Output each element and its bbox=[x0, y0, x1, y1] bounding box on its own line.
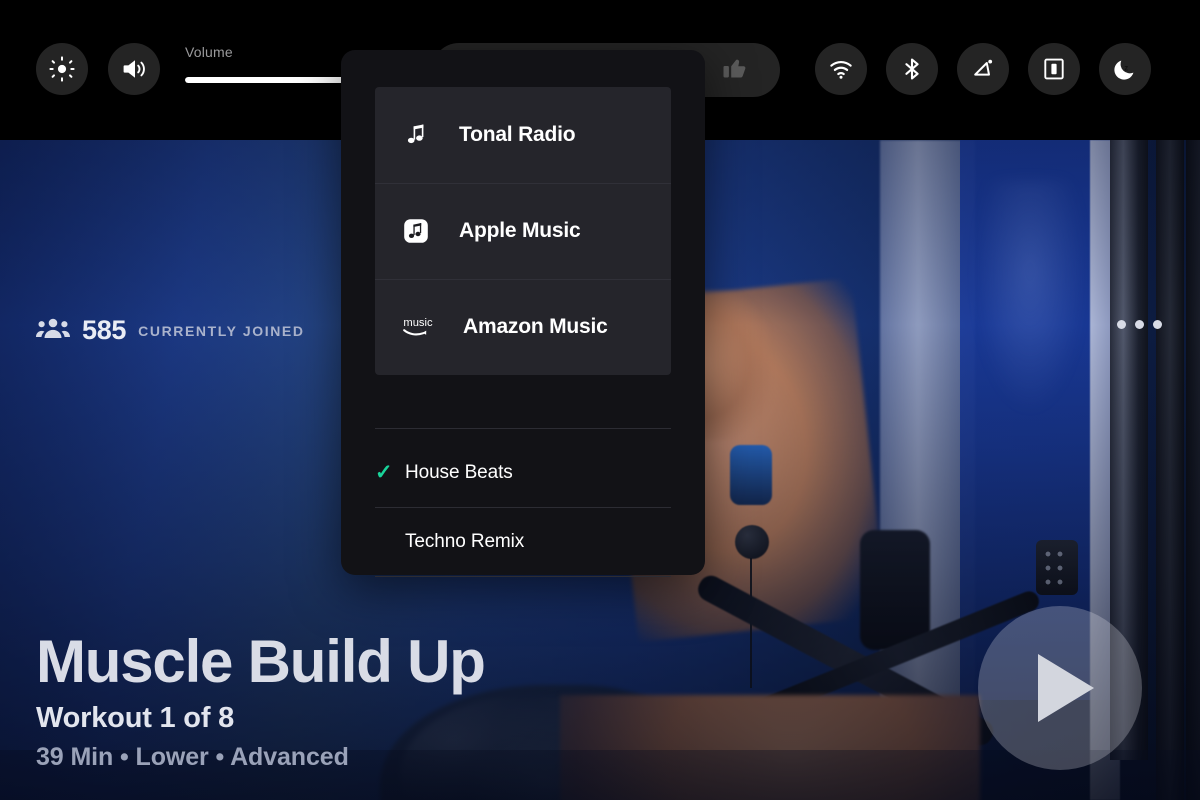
moon-icon: z bbox=[1112, 56, 1138, 82]
playlist-item-house-beats[interactable]: ✓ House Beats bbox=[375, 438, 671, 507]
music-note-icon bbox=[401, 123, 431, 147]
workout-title: Muscle Build Up bbox=[36, 627, 486, 695]
more-dot bbox=[1117, 320, 1126, 329]
speaker-icon bbox=[121, 56, 147, 82]
joined-count: 585 bbox=[82, 315, 127, 345]
check-icon: ✓ bbox=[375, 461, 393, 484]
playlist-label: House Beats bbox=[405, 461, 513, 483]
volume-button[interactable] bbox=[108, 43, 160, 95]
currently-joined-indicator: 585 CURRENTLY JOINED bbox=[36, 315, 305, 346]
tonal-workout-screen: 585 CURRENTLY JOINED Muscle Build Up Wor… bbox=[0, 0, 1200, 800]
notifications-button[interactable] bbox=[957, 43, 1009, 95]
more-horizontal-icon[interactable] bbox=[1113, 312, 1166, 337]
menu-divider bbox=[375, 576, 671, 577]
bluetooth-button[interactable] bbox=[886, 43, 938, 95]
more-dot bbox=[1153, 320, 1162, 329]
people-group-icon bbox=[36, 316, 70, 345]
music-source-label: Amazon Music bbox=[463, 315, 608, 338]
apple-music-icon bbox=[401, 218, 431, 244]
music-source-amazon-music[interactable]: music Amazon Music bbox=[375, 279, 671, 375]
music-source-tonal-radio[interactable]: Tonal Radio bbox=[375, 87, 671, 183]
workout-position: Workout 1 of 8 bbox=[36, 702, 235, 734]
brightness-button[interactable] bbox=[36, 43, 88, 95]
bell-icon bbox=[970, 56, 996, 82]
menu-divider bbox=[375, 428, 671, 429]
screen-mirror-icon bbox=[1041, 56, 1067, 82]
do-not-disturb-button[interactable]: z bbox=[1099, 43, 1151, 95]
playlist-label: Techno Remix bbox=[405, 530, 525, 552]
play-button[interactable] bbox=[978, 606, 1142, 770]
workout-info: Muscle Build Up Workout 1 of 8 39 Min • … bbox=[36, 627, 486, 772]
joined-label: CURRENTLY JOINED bbox=[138, 322, 305, 339]
wifi-icon bbox=[828, 56, 854, 82]
svg-text:z: z bbox=[1124, 64, 1128, 73]
music-source-label: Tonal Radio bbox=[459, 123, 576, 146]
more-dot bbox=[1135, 320, 1144, 329]
wifi-button[interactable] bbox=[815, 43, 867, 95]
music-source-card: Tonal Radio Apple Music music Amazon Mus… bbox=[375, 87, 671, 375]
svg-text:music: music bbox=[403, 317, 433, 329]
music-source-apple-music[interactable]: Apple Music bbox=[375, 183, 671, 279]
music-source-dropdown: Tonal Radio Apple Music music Amazon Mus… bbox=[341, 50, 705, 577]
amazon-music-icon: music bbox=[401, 313, 435, 341]
display-mirror-button[interactable] bbox=[1028, 43, 1080, 95]
music-source-label: Apple Music bbox=[459, 219, 581, 242]
brightness-icon bbox=[49, 56, 75, 82]
playlist-item-techno-remix[interactable]: Techno Remix bbox=[375, 507, 671, 576]
thumbs-up-icon bbox=[722, 55, 748, 86]
bluetooth-icon bbox=[899, 56, 925, 82]
play-icon bbox=[1038, 654, 1094, 722]
workout-meta: 39 Min • Lower • Advanced bbox=[36, 743, 349, 771]
